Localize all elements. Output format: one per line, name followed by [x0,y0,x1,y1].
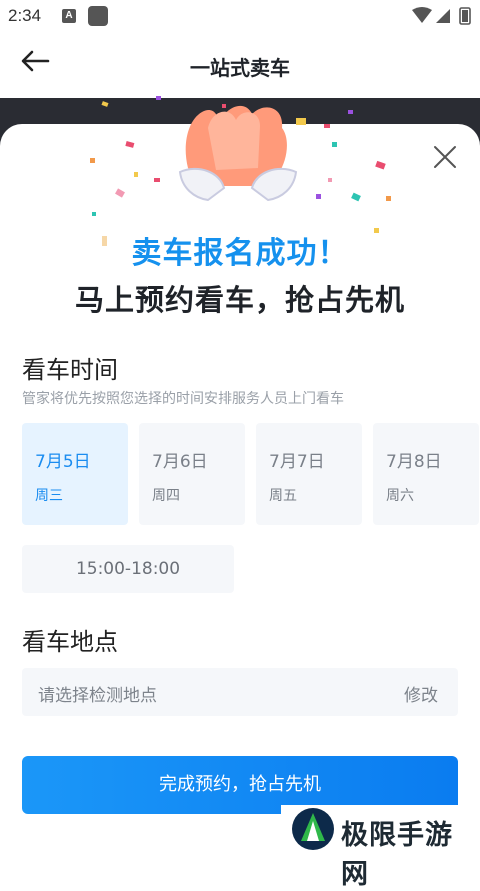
watermark-text: 极限手游网 [341,820,453,890]
date-day: 7月6日 [152,452,208,472]
viewing-time-title: 看车时间 [22,356,118,384]
accessibility-notification-icon: A [62,9,76,23]
status-bar: 2:34 A [0,0,480,32]
date-option-jul6[interactable]: 7月6日 周四 [139,423,245,525]
success-subtitle: 马上预约看车，抢占先机 [74,283,405,317]
date-selector: 7月5日 周三 7月6日 周四 7月7日 周五 7月8日 周六 [22,423,480,525]
date-weekday: 周五 [269,488,297,504]
time-slot-option[interactable]: 15:00-18:00 [22,545,234,593]
site-watermark: 极限手游网 [281,805,480,890]
success-title: 卖车报名成功！ [131,236,349,271]
close-icon [434,146,456,168]
date-option-jul7[interactable]: 7月7日 周五 [256,423,362,525]
watermark-logo-icon [292,808,334,850]
nav-bar: 一站式卖车 [0,32,480,98]
clapping-hands-illustration [178,105,298,202]
close-button[interactable] [430,142,460,172]
page-title: 一站式卖车 [190,56,290,80]
date-day: 7月8日 [386,452,442,472]
status-time: 2:34 [8,6,42,25]
location-placeholder: 请选择检测地点 [38,686,157,706]
app-notification-icon [88,6,108,26]
viewing-time-description: 管家将优先按照您选择的时间安排服务人员上门看车 [22,391,344,407]
location-edit-link[interactable]: 修改 [404,681,438,706]
date-day: 7月5日 [35,452,91,472]
location-select-field[interactable]: 请选择检测地点 修改 [22,668,458,716]
signal-battery-icons [412,7,471,25]
viewing-location-title: 看车地点 [22,628,118,656]
date-weekday: 周四 [152,488,180,504]
date-day: 7月7日 [269,452,325,472]
date-weekday: 周六 [386,488,414,504]
date-option-jul8[interactable]: 7月8日 周六 [373,423,479,525]
date-option-jul5[interactable]: 7月5日 周三 [22,423,128,525]
date-weekday: 周三 [35,488,63,504]
